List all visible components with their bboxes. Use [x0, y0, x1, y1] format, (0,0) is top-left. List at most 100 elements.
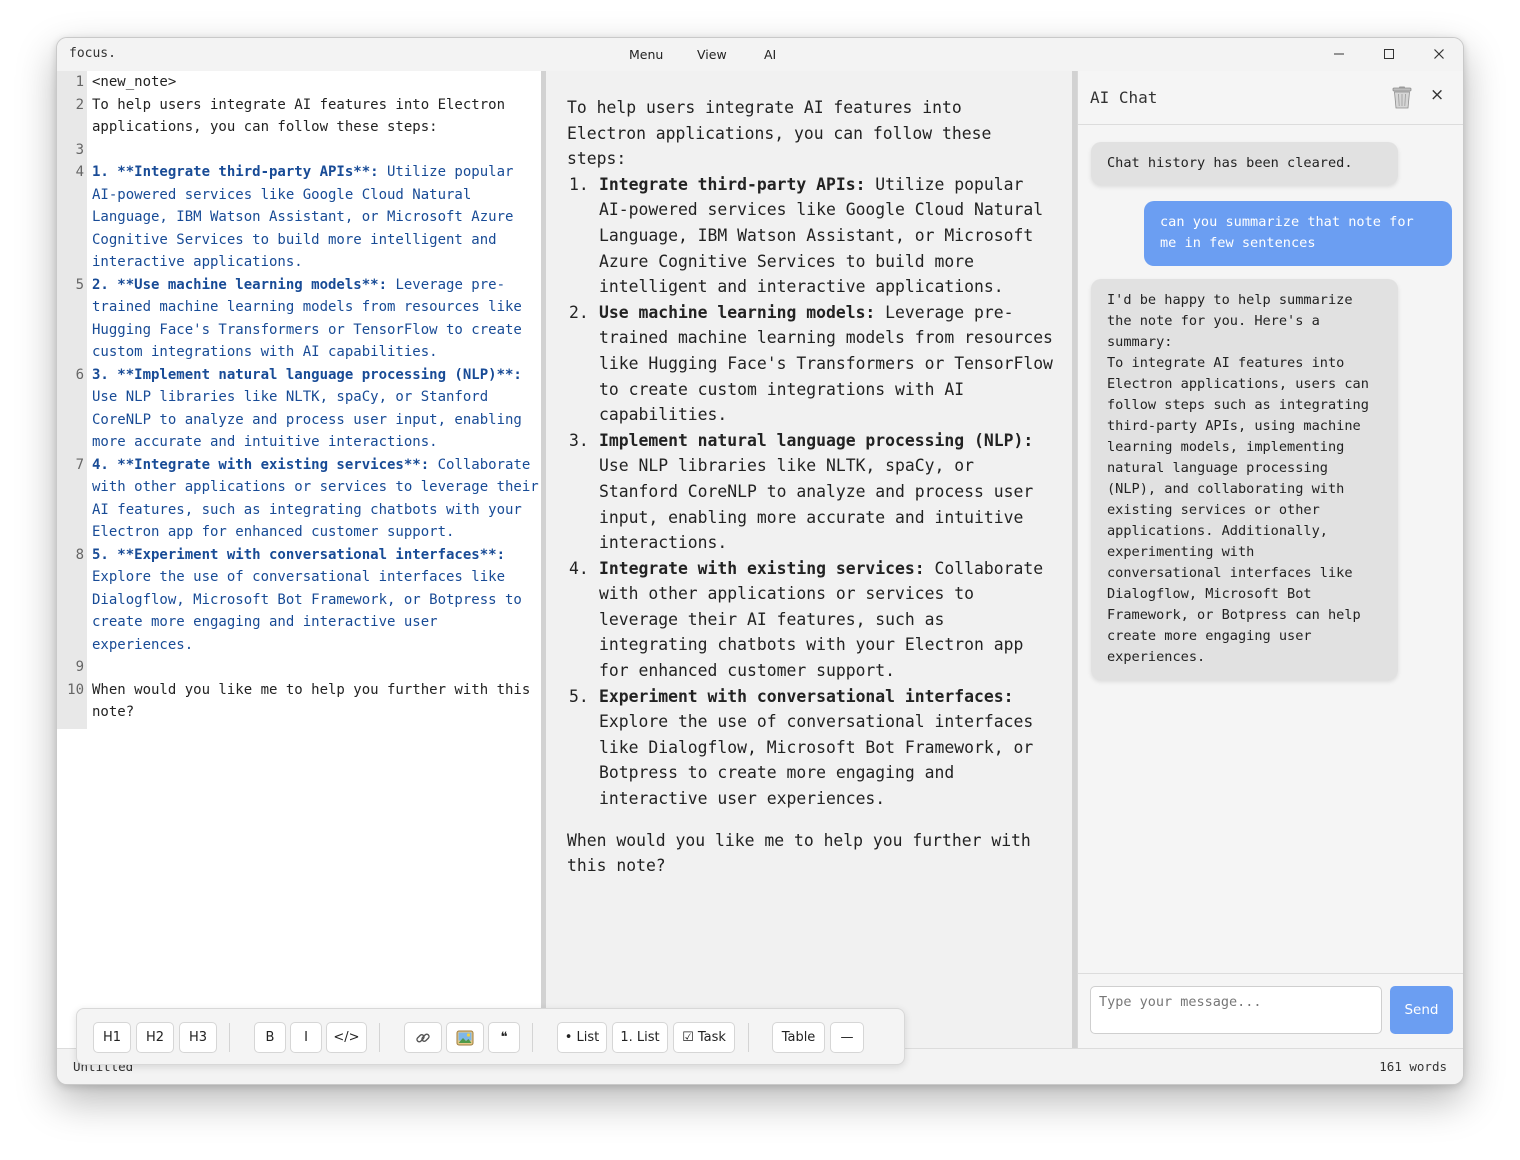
toolbar-separator	[532, 1023, 533, 1052]
list-number: 3.	[569, 430, 589, 450]
line-text: 4. **Integrate with existing services**:…	[87, 454, 541, 544]
minimize-button[interactable]	[1319, 42, 1359, 66]
line-text: 1. **Integrate third-party APIs**: Utili…	[87, 161, 541, 274]
line-text: <new_note>	[87, 71, 541, 94]
editor-line[interactable]: 8 5. **Experiment with conversational int…	[57, 543, 541, 657]
toolbar-separator	[229, 1023, 230, 1052]
preview-closing: When would you like me to help you furth…	[567, 830, 1031, 876]
task-list-button[interactable]: ☑ Task	[673, 1022, 735, 1053]
heading-2-button[interactable]: H2	[136, 1022, 174, 1053]
menu-view[interactable]: View	[697, 47, 727, 62]
maximize-button[interactable]	[1369, 42, 1409, 66]
line-number: 10	[57, 678, 87, 724]
editor-lines: 1 <new_note> 2 To help users integrate AI f…	[57, 71, 541, 724]
image-button[interactable]	[446, 1022, 484, 1053]
markdown-preview: To help users integrate AI features into…	[546, 71, 1074, 1048]
line-number: 6	[57, 363, 87, 454]
preview-list-item: 5. Experiment with conversational interfa…	[567, 684, 1059, 812]
list-item-title: Integrate with existing services:	[599, 558, 925, 578]
chat-message-ai: I'd be happy to help summarize the note …	[1091, 279, 1398, 680]
markdown-text: To help users integrate AI features into…	[92, 96, 514, 136]
list-number: 5.	[569, 686, 589, 706]
app-name: focus.	[69, 46, 116, 61]
line-text: 3. **Implement natural language processi…	[87, 364, 541, 454]
close-window-button[interactable]	[1419, 42, 1459, 66]
chat-message-user: can you summarize that note for me in fe…	[1144, 201, 1452, 266]
list-item-title: Use machine learning models:	[599, 302, 876, 322]
link-icon	[416, 1033, 430, 1042]
line-text: To help users integrate AI features into…	[87, 94, 541, 139]
heading-3-button[interactable]: H3	[179, 1022, 217, 1053]
line-number: 3	[57, 138, 87, 161]
line-number: 2	[57, 93, 87, 139]
minimize-icon	[1334, 53, 1344, 55]
line-number: 5	[57, 273, 87, 364]
close-chat-button[interactable]: ×	[1430, 85, 1444, 105]
line-text	[87, 656, 541, 679]
editor-line[interactable]: 6 3. **Implement natural language process…	[57, 363, 541, 454]
title-bar: focus. Menu View AI	[57, 38, 1463, 71]
markdown-text: <new_note>	[92, 74, 177, 90]
line-number: 7	[57, 453, 87, 544]
preview-list-item: 1. Integrate third-party APIs: Utilize po…	[567, 172, 1059, 300]
line-text: 2. **Use machine learning models**: Leve…	[87, 274, 541, 364]
send-button[interactable]: Send	[1390, 986, 1453, 1034]
preview-list: 1. Integrate third-party APIs: Utilize po…	[567, 172, 1074, 812]
markdown-bold-text: 4. **Integrate with existing services**:	[92, 456, 430, 473]
chat-header: AI Chat ×	[1078, 71, 1463, 125]
line-number: 4	[57, 161, 87, 274]
ai-chat-panel: AI Chat × Chat history has been cleared.…	[1077, 71, 1463, 1048]
line-number: 9	[57, 656, 87, 679]
chat-message-input[interactable]: Type your message...	[1090, 986, 1382, 1034]
numbered-list-button[interactable]: 1. List	[612, 1022, 668, 1053]
list-number: 2.	[569, 302, 589, 322]
editor-line[interactable]: 9	[57, 656, 541, 679]
code-button[interactable]: </>	[326, 1022, 367, 1053]
markdown-bold-text: 5. **Experiment with conversational inte…	[92, 546, 506, 563]
menu-menu[interactable]: Menu	[629, 47, 663, 62]
trash-icon[interactable]	[1391, 86, 1413, 110]
preview-list-item: 2. Use machine learning models: Leverage …	[567, 300, 1059, 428]
chat-title: AI Chat	[1090, 88, 1158, 107]
table-button[interactable]: Table	[772, 1022, 825, 1053]
line-number: 8	[57, 543, 87, 656]
list-item-body: Explore the use of conversational interf…	[599, 712, 1034, 809]
image-icon	[456, 1030, 474, 1045]
heading-1-button[interactable]: H1	[93, 1022, 131, 1053]
list-item-title: Implement natural language processing (N…	[599, 430, 1034, 450]
menu-ai[interactable]: AI	[764, 47, 776, 62]
chat-message-ai: Chat history has been cleared.	[1091, 142, 1398, 185]
markdown-editor[interactable]: 1 <new_note> 2 To help users integrate AI f…	[57, 71, 541, 1048]
toolbar-separator	[379, 1023, 380, 1052]
editor-line[interactable]: 4 1. **Integrate third-party APIs**: Util…	[57, 161, 541, 274]
close-icon	[1434, 49, 1444, 59]
link-button[interactable]	[404, 1022, 442, 1053]
markdown-text: When would you like me to help you furth…	[92, 681, 539, 721]
maximize-icon	[1384, 49, 1394, 59]
line-text	[87, 139, 541, 162]
list-number: 1.	[569, 174, 589, 194]
word-count: 161 words	[1379, 1059, 1447, 1074]
line-number: 1	[57, 71, 87, 94]
editor-line[interactable]: 2 To help users integrate AI features int…	[57, 93, 541, 139]
editor-line[interactable]: 10 When would you like me to help you fur…	[57, 678, 541, 724]
editor-line[interactable]: 7 4. **Integrate with existing services**…	[57, 453, 541, 544]
toolbar-separator	[748, 1023, 749, 1052]
editor-line[interactable]: 1 <new_note>	[57, 71, 541, 94]
list-number: 4.	[569, 558, 589, 578]
bullet-list-button[interactable]: • List	[557, 1022, 607, 1053]
blockquote-button[interactable]: ❝	[488, 1022, 520, 1053]
editor-line[interactable]: 5 2. **Use machine learning models**: Lev…	[57, 273, 541, 364]
italic-button[interactable]: I	[290, 1022, 322, 1053]
app-window: focus. Menu View AI 1 <new_note> 2 To help …	[56, 37, 1464, 1085]
line-text: 5. **Experiment with conversational inte…	[87, 544, 541, 657]
list-item-body: Use NLP libraries like NLTK, spaCy, or S…	[599, 456, 1034, 553]
formatting-toolbar: H1 H2 H3 B I </> ❝ • List 1. List ☑ Task…	[76, 1008, 905, 1065]
line-text: When would you like me to help you furth…	[87, 679, 541, 724]
horizontal-rule-button[interactable]: —	[830, 1022, 864, 1053]
preview-intro: To help users integrate AI features into…	[567, 98, 992, 169]
list-item-title: Integrate third-party APIs:	[599, 174, 866, 194]
markdown-bold-text: 2. **Use machine learning models**:	[92, 276, 388, 293]
bold-button[interactable]: B	[254, 1022, 286, 1053]
editor-line[interactable]: 3	[57, 138, 541, 162]
